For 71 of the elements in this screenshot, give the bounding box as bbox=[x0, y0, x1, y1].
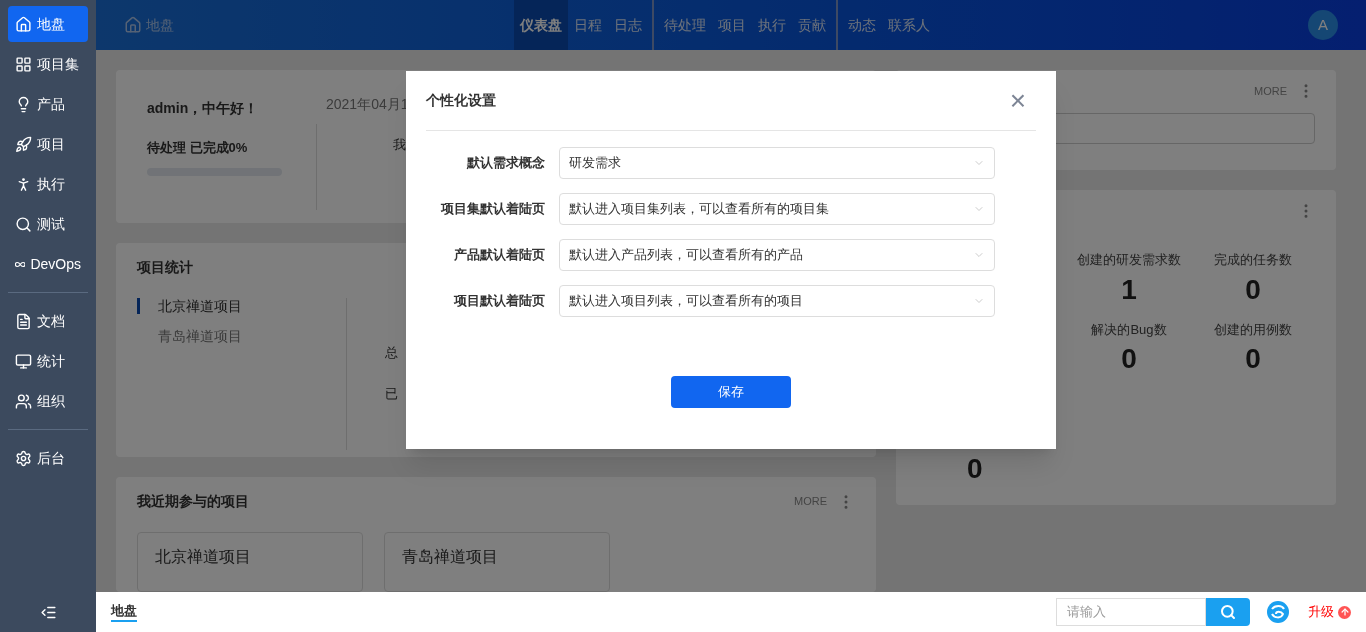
more-link[interactable]: MORE bbox=[794, 493, 827, 510]
card-title: 我近期参与的项目 bbox=[137, 492, 249, 511]
stat-label: 完成的任务数 bbox=[1214, 251, 1292, 269]
dialog-title: 个性化设置 bbox=[426, 91, 496, 110]
settings-icon bbox=[15, 449, 32, 467]
nav-tab[interactable]: 联系人 bbox=[882, 0, 936, 50]
stat-value: 0 bbox=[1121, 342, 1137, 376]
greeting: admin，中午好！ bbox=[147, 100, 259, 116]
sidebar-item[interactable]: 后台 bbox=[8, 440, 88, 476]
swirl-logo-icon[interactable] bbox=[1266, 600, 1290, 624]
project-card[interactable]: 北京禅道项目 bbox=[137, 532, 363, 592]
people-icon bbox=[15, 392, 32, 410]
project-list-item[interactable]: 青岛禅道项目 bbox=[137, 327, 346, 344]
nav-tab[interactable]: 项目 bbox=[712, 0, 752, 50]
select-field[interactable]: 默认进入产品列表，可以查看所有的产品 bbox=[559, 239, 995, 271]
nav-tab[interactable]: 日志 bbox=[608, 0, 648, 50]
search-button[interactable] bbox=[1206, 598, 1250, 626]
select-field[interactable]: 默认进入项目列表，可以查看所有的项目 bbox=[559, 285, 995, 317]
stat-label: 创建的研发需求数 bbox=[1077, 251, 1181, 269]
stat-label: 解决的Bug数 bbox=[1091, 320, 1167, 339]
sidebar-item[interactable]: 项目集 bbox=[8, 46, 88, 82]
project-card[interactable]: 青岛禅道项目 bbox=[384, 532, 610, 592]
stat-value: 0 bbox=[1245, 272, 1261, 307]
sidebar-item[interactable]: 产品 bbox=[8, 86, 88, 122]
sidebar-item[interactable]: 文档 bbox=[8, 303, 88, 339]
field-label: 项目默认着陆页 bbox=[452, 292, 546, 311]
home-icon bbox=[15, 15, 32, 33]
nav-tab[interactable]: 贡献 bbox=[792, 0, 832, 50]
rocket-icon bbox=[15, 135, 32, 153]
nav-tab[interactable]: 待处理 bbox=[658, 0, 712, 50]
sidebar-item[interactable]: 统计 bbox=[8, 343, 88, 379]
sidebar-item[interactable]: DevOps bbox=[8, 246, 88, 282]
nav-tab[interactable]: 动态 bbox=[842, 0, 882, 50]
sidebar-item[interactable]: 地盘 bbox=[8, 6, 88, 42]
nav-tab[interactable]: 日程 bbox=[568, 0, 608, 50]
nav-tab[interactable]: 执行 bbox=[752, 0, 792, 50]
grid-icon bbox=[15, 55, 32, 73]
stat-label: 总 bbox=[385, 343, 398, 362]
welcome-text: 我 bbox=[393, 137, 406, 152]
progress-label: 待处理 已完成0% bbox=[147, 139, 248, 157]
nav-tab[interactable]: 仪表盘 bbox=[514, 0, 568, 50]
close-button[interactable]: × bbox=[1009, 86, 1026, 115]
sidebar-item[interactable]: 组织 bbox=[8, 383, 88, 419]
search-icon bbox=[1220, 604, 1236, 620]
more-link[interactable]: MORE bbox=[1254, 82, 1287, 100]
document-icon bbox=[15, 312, 32, 330]
upgrade-icon bbox=[1338, 605, 1351, 619]
footer-tab[interactable]: 地盘 bbox=[111, 602, 137, 622]
infinity-icon bbox=[15, 259, 26, 269]
select-field[interactable]: 研发需求 bbox=[559, 147, 995, 179]
field-label: 默认需求概念 bbox=[465, 154, 546, 173]
search-icon bbox=[15, 215, 32, 233]
card-title: 项目统计 bbox=[137, 257, 193, 277]
home-icon bbox=[124, 16, 142, 34]
avatar[interactable]: A bbox=[1308, 10, 1338, 40]
project-list-item[interactable]: 北京禅道项目 bbox=[137, 297, 346, 314]
stat-value: 1 bbox=[1121, 272, 1137, 307]
monitor-icon bbox=[15, 352, 32, 370]
select-field[interactable]: 默认进入项目集列表，可以查看所有的项目集 bbox=[559, 193, 995, 225]
save-button[interactable]: 保存 bbox=[671, 376, 791, 408]
sidebar-item[interactable]: 测试 bbox=[8, 206, 88, 242]
sidebar-item[interactable]: 项目 bbox=[8, 126, 88, 162]
search-field[interactable]: 请输入 bbox=[1056, 598, 1206, 626]
field-label: 产品默认着陆页 bbox=[453, 246, 546, 265]
field-label: 项目集默认着陆页 bbox=[439, 200, 546, 219]
stat-value: 0 bbox=[1245, 342, 1261, 376]
stat-label: 创建的用例数 bbox=[1214, 320, 1292, 339]
upgrade-link[interactable]: 升级 bbox=[1308, 602, 1351, 622]
stat-label: 已 bbox=[385, 385, 398, 404]
sidebar-item[interactable]: 执行 bbox=[8, 166, 88, 202]
stat-value: 0 bbox=[967, 453, 983, 485]
